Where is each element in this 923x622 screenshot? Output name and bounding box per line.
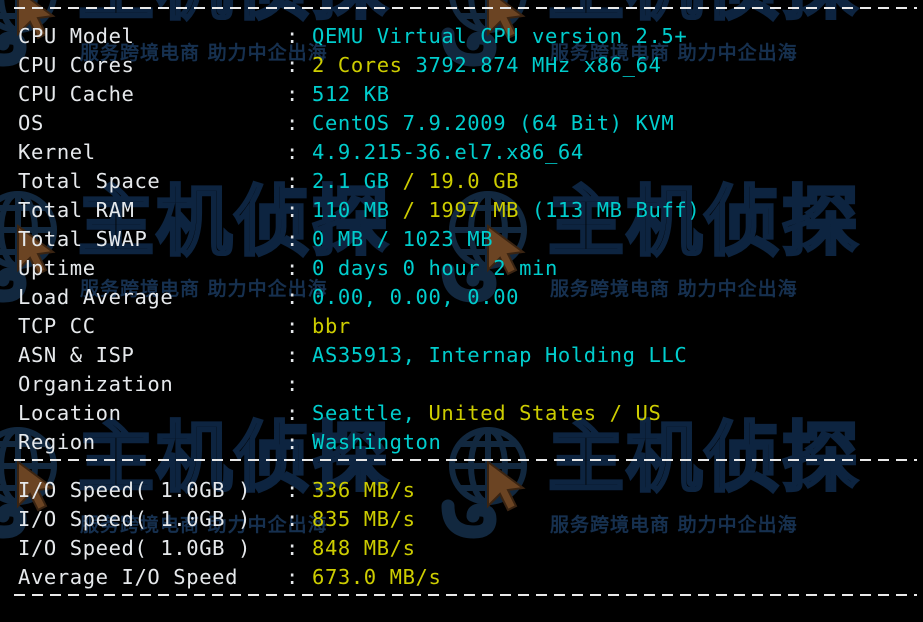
info-row-label: Total RAM xyxy=(18,198,135,222)
info-row-label: I/O Speed( 1.0GB ) xyxy=(18,536,251,560)
info-row-label: Kernel xyxy=(18,140,96,164)
info-row-colon: : xyxy=(286,478,299,502)
info-row-label: TCP CC xyxy=(18,314,96,338)
info-row-colon: : xyxy=(286,285,299,309)
info-row: Location: Seattle, United States / US xyxy=(18,399,661,428)
info-row-value: bbr xyxy=(312,314,351,338)
info-row-colon: : xyxy=(286,53,299,77)
info-row: Total Space:2.1 GB / 19.0 GB xyxy=(18,167,519,196)
info-row: ASN & ISP: AS35913, Internap Holding LLC xyxy=(18,341,687,370)
info-row-label: Region xyxy=(18,430,96,454)
info-row-label: Organization xyxy=(18,372,174,396)
info-row-label: OS xyxy=(18,111,44,135)
info-row-colon: : xyxy=(286,401,299,425)
info-row-value: QEMU Virtual CPU version 2.5+ xyxy=(312,24,688,48)
info-row: I/O Speed( 1.0GB ):336 MB/s xyxy=(18,476,416,505)
info-row: I/O Speed( 1.0GB ):848 MB/s xyxy=(18,534,416,563)
info-row-label: Location xyxy=(18,401,122,425)
info-row-value: 673.0 MB/s xyxy=(312,565,442,589)
info-row-label: Uptime xyxy=(18,256,96,280)
info-row-colon: : xyxy=(286,256,299,280)
info-row-value: / 1997 MB xyxy=(389,198,520,222)
info-row-label: Total Space xyxy=(18,169,161,193)
info-row-label: Load Average xyxy=(18,285,174,309)
separator-rule xyxy=(14,594,917,596)
info-row-colon: : xyxy=(286,227,299,251)
info-row-label: I/O Speed( 1.0GB ) xyxy=(18,478,251,502)
info-row-label: CPU Cores xyxy=(18,53,135,77)
info-row-label: CPU Model xyxy=(18,24,135,48)
info-row-colon: : xyxy=(286,372,299,396)
info-row-value: AS35913, Internap Holding LLC xyxy=(312,343,688,367)
info-row-value: 110 MB xyxy=(312,198,390,222)
info-row: Total SWAP:0 MB / 1023 MB xyxy=(18,225,493,254)
info-row: CPU Cores:2 Cores 3792.874 MHz x86_64 xyxy=(18,51,661,80)
info-row-value: 848 MB/s xyxy=(312,536,416,560)
info-row-colon: : xyxy=(286,507,299,531)
info-row-colon: : xyxy=(286,198,299,222)
separator-rule xyxy=(14,7,917,9)
info-row-label: Total SWAP xyxy=(18,227,148,251)
info-row-colon: : xyxy=(286,430,299,454)
info-row: TCP CC: bbr xyxy=(18,312,351,341)
info-row-colon: : xyxy=(286,111,299,135)
info-row: Organization: xyxy=(18,370,312,399)
info-row: Average I/O Speed:673.0 MB/s xyxy=(18,563,441,592)
info-row-value: / 19.0 GB xyxy=(389,169,520,193)
info-row-value: United States / US xyxy=(428,401,662,425)
info-row-value: 2 Cores xyxy=(312,53,403,77)
info-row-colon: : xyxy=(286,314,299,338)
info-row-value: 3792.874 MHz x86_64 xyxy=(402,53,662,77)
info-row-value: (113 MB Buff) xyxy=(519,198,701,222)
info-row-label: I/O Speed( 1.0GB ) xyxy=(18,507,251,531)
info-row: OS: CentOS 7.9.2009 (64 Bit) KVM xyxy=(18,109,674,138)
info-row: CPU Model: QEMU Virtual CPU version 2.5+ xyxy=(18,22,687,51)
info-row-value: CentOS 7.9.2009 (64 Bit) KVM xyxy=(312,111,675,135)
terminal-output: CPU Model: QEMU Virtual CPU version 2.5+ C… xyxy=(0,0,923,622)
info-row-value: 0 MB / 1023 MB xyxy=(312,227,494,251)
info-row: I/O Speed( 1.0GB ):835 MB/s xyxy=(18,505,416,534)
info-row: CPU Cache:512 KB xyxy=(18,80,390,109)
info-row-colon: : xyxy=(286,536,299,560)
terminal-screenshot: 主机侦探服务跨境电商 助力中企出海 主机侦探服务跨境电商 助力中企出海 xyxy=(0,0,923,622)
info-row-label: ASN & ISP xyxy=(18,343,135,367)
info-row-colon: : xyxy=(286,24,299,48)
info-row-value: Seattle, xyxy=(312,401,429,425)
info-row-value: 4.9.215-36.el7.x86_64 xyxy=(312,140,584,164)
info-row-colon: : xyxy=(286,169,299,193)
info-row-colon: : xyxy=(286,565,299,589)
info-row: Region: Washington xyxy=(18,428,441,457)
info-row: Load Average:0.00, 0.00, 0.00 xyxy=(18,283,519,312)
info-row-value: 835 MB/s xyxy=(312,507,416,531)
info-row-colon: : xyxy=(286,140,299,164)
info-row-value: 512 KB xyxy=(312,82,390,106)
info-row-label: CPU Cache xyxy=(18,82,135,106)
info-row: Uptime:0 days 0 hour 2 min xyxy=(18,254,558,283)
info-row-value: 0.00, 0.00, 0.00 xyxy=(312,285,520,309)
info-row-label: Average I/O Speed xyxy=(18,565,239,589)
info-row: Total RAM:110 MB / 1997 MB (113 MB Buff) xyxy=(18,196,700,225)
info-row-value: 2.1 GB xyxy=(312,169,390,193)
info-row-colon: : xyxy=(286,343,299,367)
info-row-value: 336 MB/s xyxy=(312,478,416,502)
separator-rule xyxy=(14,459,917,461)
info-row-colon: : xyxy=(286,82,299,106)
info-row-value: Washington xyxy=(312,430,442,454)
info-row: Kernel:4.9.215-36.el7.x86_64 xyxy=(18,138,584,167)
info-row-value: 0 days 0 hour 2 min xyxy=(312,256,558,280)
